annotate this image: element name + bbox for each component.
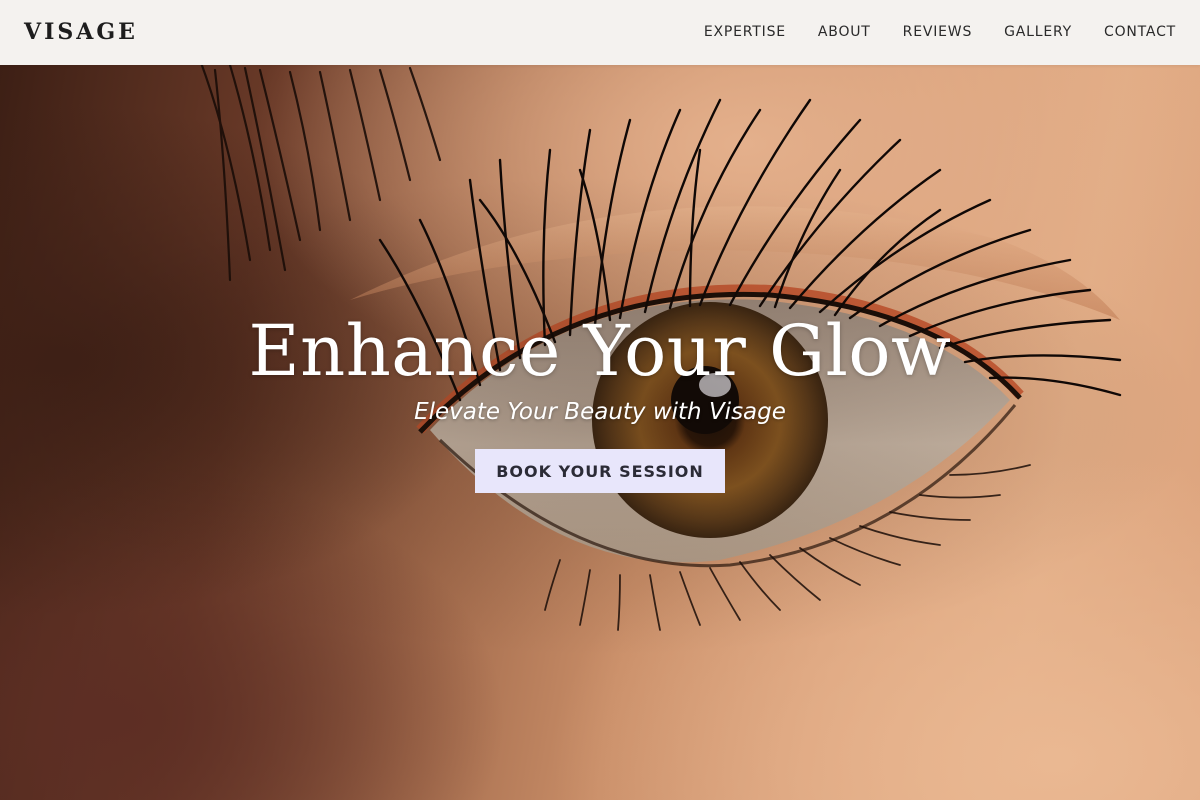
hero-title: Enhance Your Glow: [248, 310, 952, 392]
site-header: VISAGE EXPERTISE ABOUT REVIEWS GALLERY C…: [0, 0, 1200, 65]
nav-item-about: ABOUT: [818, 22, 871, 42]
nav-item-reviews: REVIEWS: [903, 22, 972, 42]
nav-item-contact: CONTACT: [1104, 22, 1176, 42]
nav-link-reviews[interactable]: REVIEWS: [903, 22, 972, 42]
nav-link-about[interactable]: ABOUT: [818, 22, 871, 42]
page: VISAGE EXPERTISE ABOUT REVIEWS GALLERY C…: [0, 0, 1200, 800]
hero-section: Enhance Your Glow Elevate Your Beauty wi…: [0, 305, 1200, 493]
nav-link-expertise[interactable]: EXPERTISE: [704, 22, 786, 42]
site-logo[interactable]: VISAGE: [24, 18, 138, 46]
nav-link-contact[interactable]: CONTACT: [1104, 22, 1176, 42]
nav-link-gallery[interactable]: GALLERY: [1004, 22, 1072, 42]
nav-item-gallery: GALLERY: [1004, 22, 1072, 42]
book-session-button[interactable]: BOOK YOUR SESSION: [475, 449, 725, 493]
main-nav: EXPERTISE ABOUT REVIEWS GALLERY CONTACT: [704, 22, 1176, 42]
nav-item-expertise: EXPERTISE: [704, 22, 786, 42]
hero-subtitle: Elevate Your Beauty with Visage: [414, 399, 786, 425]
